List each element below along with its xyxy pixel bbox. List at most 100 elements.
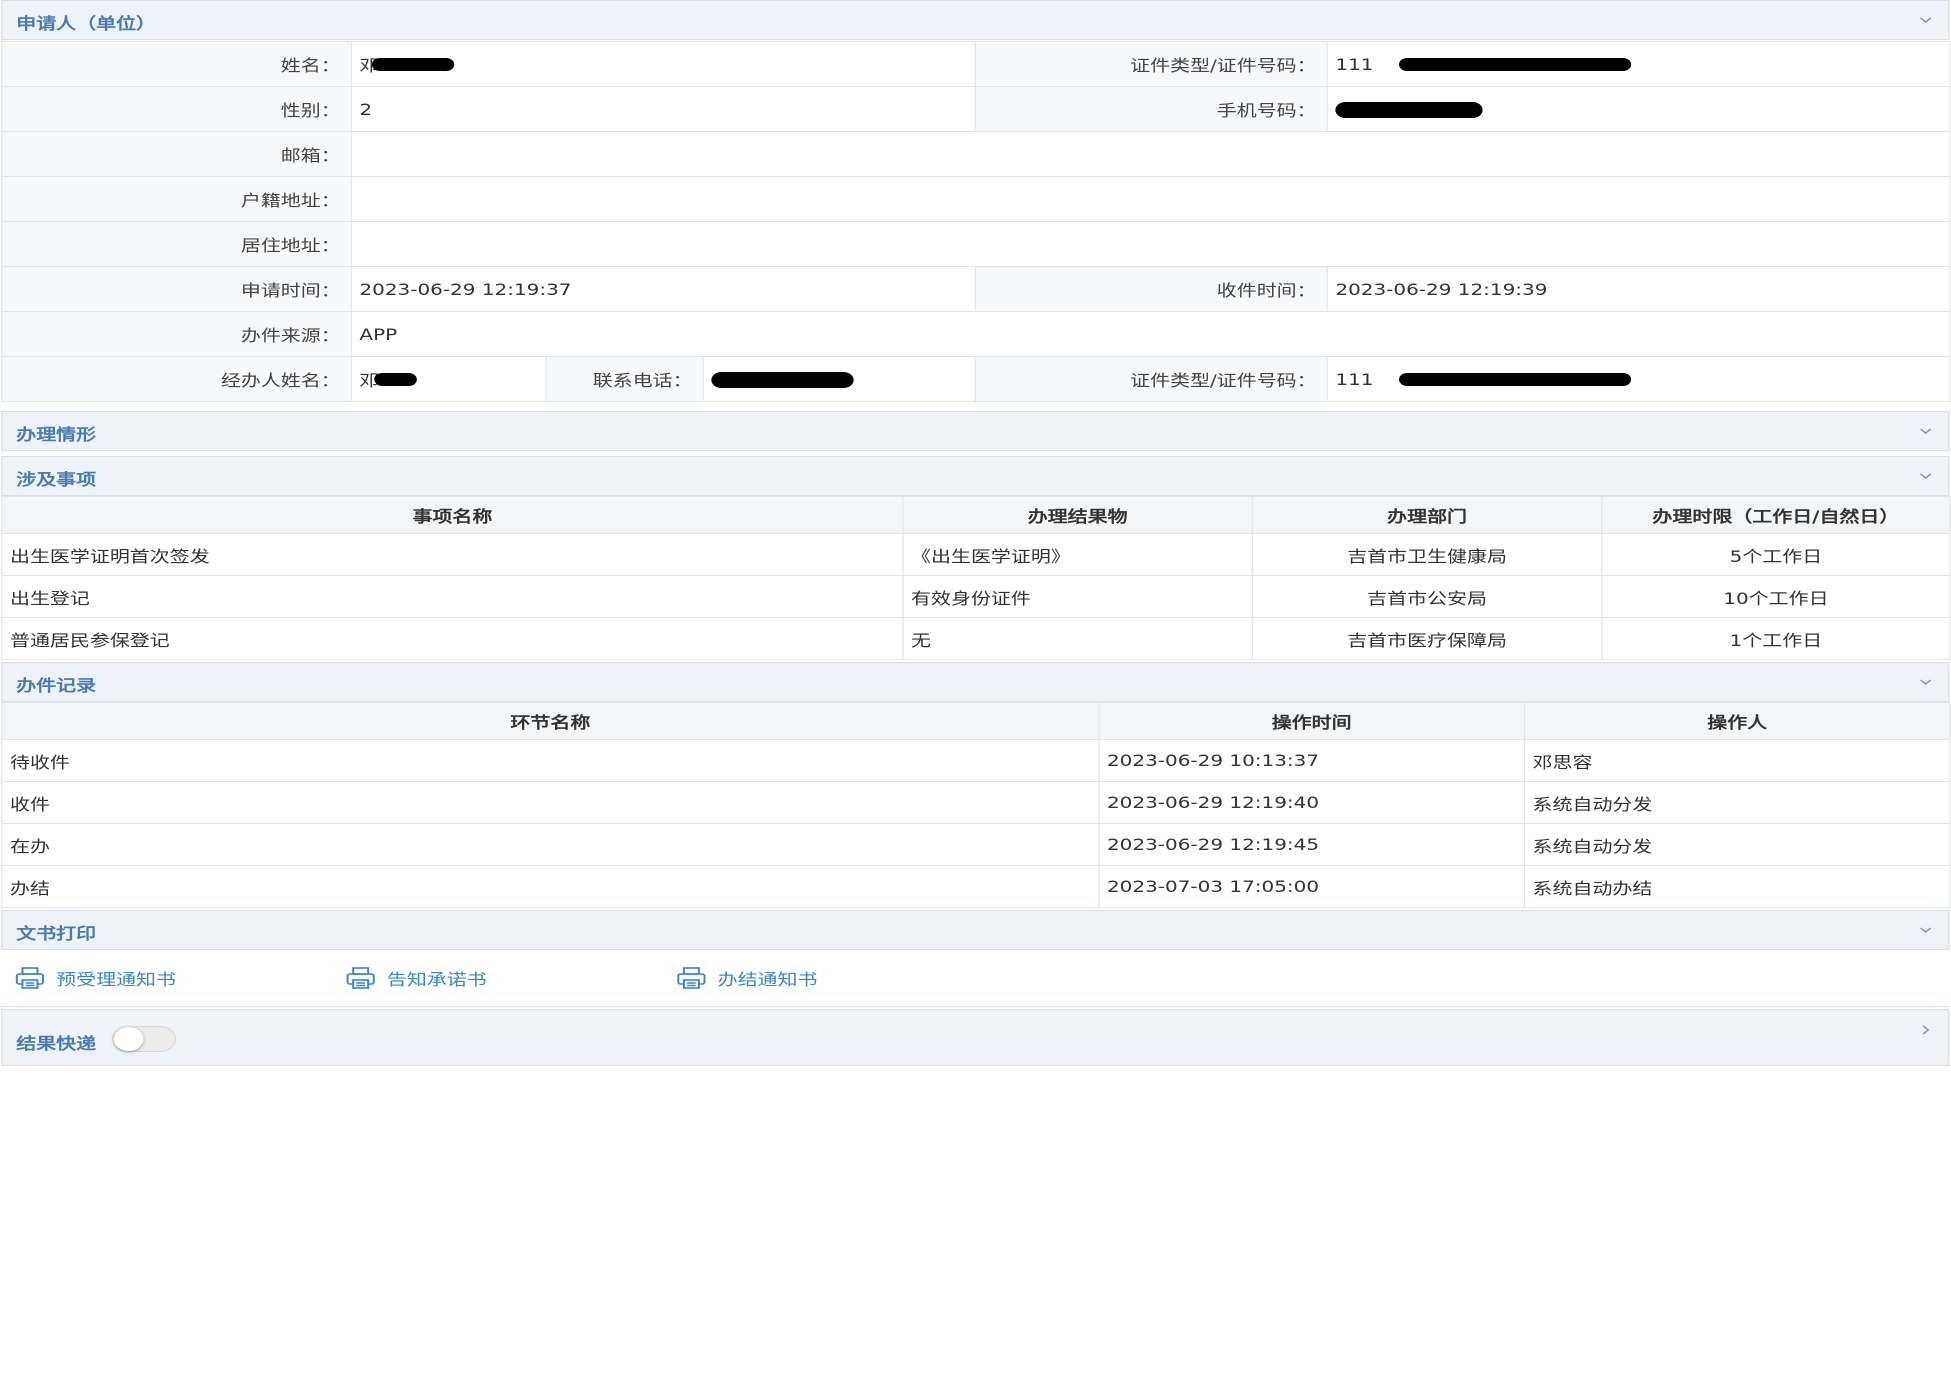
email-label: 邮箱： — [1, 131, 352, 177]
redaction-mark — [711, 372, 854, 388]
matters-header-name: 事项名称 — [1, 496, 904, 534]
table-row: 收件 2023-06-29 12:19:40 系统自动分发 — [1, 781, 1951, 824]
table-row: 在办 2023-06-29 12:19:45 系统自动分发 — [1, 823, 1951, 866]
chevron-right-icon[interactable] — [1918, 1024, 1933, 1036]
name-value: 邓 — [350, 41, 976, 87]
receive-time-value: 2023-06-29 12:19:39 — [1326, 266, 1951, 312]
agent-phone-value — [702, 356, 976, 402]
residence-address-label: 居住地址： — [1, 221, 352, 267]
content: 申请人（单位） 姓名： 邓 证件类型/证件号码： 111 性别： 2 手机号码：… — [0, 0, 1951, 1371]
gender-label: 性别： — [1, 86, 352, 132]
matter-result: 《出生医学证明》 — [902, 533, 1253, 576]
record-step: 在办 — [1, 823, 1100, 866]
apply-time-value: 2023-06-29 12:19:37 — [350, 266, 976, 312]
matters-table: 事项名称 办理结果物 办理部门 办理时限（工作日/自然日） 出生医学证明首次签发… — [1, 496, 1951, 660]
printer-icon — [346, 967, 375, 989]
matters-header-limit: 办理时限（工作日/自然日） — [1601, 496, 1951, 534]
section-header-print[interactable]: 文书打印 — [1, 910, 1950, 950]
redaction-mark — [1398, 373, 1631, 386]
matter-dept: 吉首市公安局 — [1251, 575, 1603, 618]
section-header-applicant[interactable]: 申请人（单位） — [1, 0, 1950, 40]
section-title-print: 文书打印 — [16, 924, 97, 943]
section-title-applicant: 申请人（单位） — [16, 14, 157, 33]
matters-header-dept: 办理部门 — [1251, 496, 1603, 534]
id-label: 证件类型/证件号码： — [974, 41, 1328, 87]
applicant-info-table: 姓名： 邓 证件类型/证件号码： 111 性别： 2 手机号码： 邮箱： 户籍地… — [1, 41, 1951, 402]
matter-result: 无 — [902, 617, 1253, 660]
matter-limit: 1个工作日 — [1601, 617, 1951, 660]
record-operator: 邓思容 — [1523, 739, 1951, 782]
section-title-records: 办件记录 — [16, 676, 97, 695]
record-time: 2023-06-29 12:19:40 — [1098, 781, 1526, 824]
table-row: 办结 2023-07-03 17:05:00 系统自动办结 — [1, 865, 1951, 908]
redaction-mark — [1335, 102, 1483, 118]
matters-header-result: 办理结果物 — [902, 496, 1253, 534]
express-toggle[interactable] — [112, 1026, 176, 1052]
matter-limit: 5个工作日 — [1601, 533, 1951, 576]
table-row: 出生登记 有效身份证件 吉首市公安局 10个工作日 — [1, 575, 1951, 618]
chevron-down-icon[interactable] — [1918, 924, 1933, 936]
records-header-time: 操作时间 — [1098, 702, 1526, 740]
record-operator: 系统自动分发 — [1523, 823, 1951, 866]
phone-value — [1326, 86, 1951, 132]
email-value — [350, 131, 1951, 177]
redaction-mark — [371, 57, 455, 71]
record-time: 2023-07-03 17:05:00 — [1098, 865, 1526, 908]
print-link-label: 办结通知书 — [717, 970, 818, 989]
chevron-down-icon[interactable] — [1918, 470, 1933, 482]
section-header-records[interactable]: 办件记录 — [1, 662, 1950, 702]
records-header-operator: 操作人 — [1523, 702, 1951, 740]
household-address-value — [350, 176, 1951, 222]
matter-result: 有效身份证件 — [902, 575, 1253, 618]
redaction-mark — [374, 372, 417, 386]
agent-id-value: 111 — [1326, 356, 1951, 402]
chevron-down-icon[interactable] — [1918, 425, 1933, 437]
print-commitment-notice-link[interactable]: 告知承诺书 — [344, 963, 487, 993]
print-completion-notice-link[interactable]: 办结通知书 — [675, 963, 817, 993]
id-value: 111 — [1326, 41, 1951, 87]
record-operator: 系统自动办结 — [1523, 865, 1951, 908]
print-preacceptance-notice-link[interactable]: 预受理通知书 — [14, 963, 176, 993]
matter-name: 出生医学证明首次签发 — [1, 533, 904, 576]
printer-icon — [677, 967, 706, 989]
record-time: 2023-06-29 10:13:37 — [1098, 739, 1526, 782]
matter-name: 普通居民参保登记 — [1, 617, 904, 660]
source-label: 办件来源： — [1, 311, 352, 357]
phone-label: 手机号码： — [974, 86, 1328, 132]
chevron-down-icon[interactable] — [1918, 676, 1933, 688]
records-table: 环节名称 操作时间 操作人 待收件 2023-06-29 10:13:37 邓思… — [1, 702, 1951, 908]
records-header-step: 环节名称 — [1, 702, 1100, 740]
print-link-label: 预受理通知书 — [56, 970, 176, 989]
matter-dept: 吉首市医疗保障局 — [1251, 617, 1603, 660]
source-value: APP — [350, 311, 1951, 357]
matter-dept: 吉首市卫生健康局 — [1251, 533, 1603, 576]
agent-name-label: 经办人姓名： — [1, 356, 352, 402]
section-header-express[interactable]: 结果快递 — [1, 1009, 1950, 1066]
receive-time-label: 收件时间： — [974, 266, 1328, 312]
agent-name-value: 邓 — [350, 356, 547, 402]
gender-value: 2 — [350, 86, 976, 132]
agent-id-label: 证件类型/证件号码： — [974, 356, 1328, 402]
section-header-matters[interactable]: 涉及事项 — [1, 456, 1950, 496]
apply-time-label: 申请时间： — [1, 266, 352, 312]
chevron-down-icon[interactable] — [1918, 14, 1933, 26]
record-step: 待收件 — [1, 739, 1100, 782]
redaction-mark — [1398, 58, 1631, 71]
table-row: 出生医学证明首次签发 《出生医学证明》 吉首市卫生健康局 5个工作日 — [1, 533, 1951, 576]
matter-limit: 10个工作日 — [1601, 575, 1951, 618]
table-row: 待收件 2023-06-29 10:13:37 邓思容 — [1, 739, 1951, 782]
agent-phone-label: 联系电话： — [545, 356, 704, 402]
section-title-situation: 办理情形 — [16, 425, 97, 444]
section-title-express: 结果快递 — [16, 1034, 97, 1053]
household-address-label: 户籍地址： — [1, 176, 352, 222]
print-links: 预受理通知书 告知承诺书 办结通知书 — [1, 951, 1950, 1007]
name-label: 姓名： — [1, 41, 352, 87]
toggle-knob — [113, 1027, 144, 1051]
residence-address-value — [350, 221, 1951, 267]
table-row: 普通居民参保登记 无 吉首市医疗保障局 1个工作日 — [1, 617, 1951, 660]
section-title-matters: 涉及事项 — [16, 470, 97, 489]
record-step: 收件 — [1, 781, 1100, 824]
page: 申请人（单位） 姓名： 邓 证件类型/证件号码： 111 性别： 2 手机号码：… — [0, 0, 1951, 1387]
record-time: 2023-06-29 12:19:45 — [1098, 823, 1526, 866]
section-header-situation[interactable]: 办理情形 — [1, 411, 1950, 451]
